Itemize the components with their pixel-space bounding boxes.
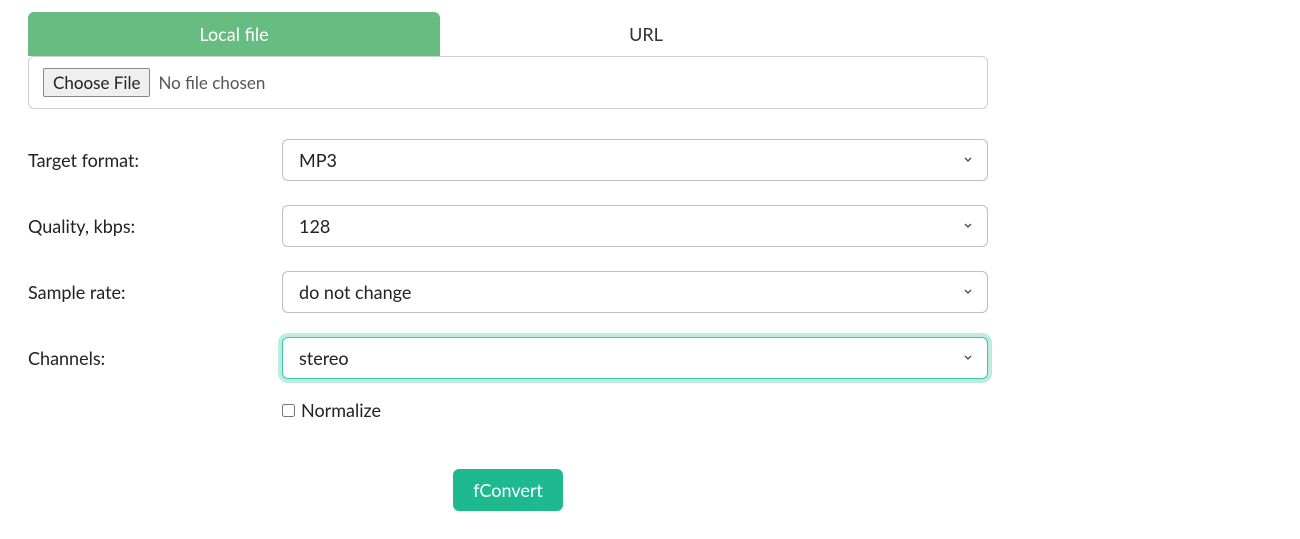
label-normalize[interactable]: Normalize [301,399,381,421]
source-tabs: Local file URL [28,12,988,56]
label-quality: Quality, kbps: [28,215,282,237]
select-quality[interactable]: 128 [282,205,988,247]
label-channels: Channels: [28,347,282,369]
tab-url-label: URL [629,23,663,45]
select-quality-wrap: 128 [282,205,988,247]
row-sample-rate: Sample rate: do not change [28,271,988,313]
tab-local-file-label: Local file [199,23,268,45]
select-target-format[interactable]: MP3 [282,139,988,181]
form-container: Local file URL Choose File No file chose… [28,12,988,511]
tab-local-file[interactable]: Local file [28,12,440,56]
choose-file-button[interactable]: Choose File [43,68,150,97]
select-sample-rate-wrap: do not change [282,271,988,313]
row-quality: Quality, kbps: 128 [28,205,988,247]
select-channels-value: stereo [299,347,349,369]
choose-file-button-label: Choose File [53,72,140,93]
select-target-format-value: MP3 [299,149,337,171]
convert-button[interactable]: fConvert [453,469,563,511]
tab-url[interactable]: URL [440,12,852,56]
file-status-text: No file chosen [158,72,265,93]
row-channels: Channels: stereo [28,337,988,379]
row-target-format: Target format: MP3 [28,139,988,181]
label-sample-rate: Sample rate: [28,281,282,303]
convert-button-label: fConvert [473,479,543,501]
label-target-format: Target format: [28,149,282,171]
submit-wrap: fConvert [28,469,988,511]
select-quality-value: 128 [299,215,330,237]
select-sample-rate[interactable]: do not change [282,271,988,313]
select-target-format-wrap: MP3 [282,139,988,181]
row-normalize: Normalize [282,399,988,421]
select-sample-rate-value: do not change [299,281,411,303]
select-channels[interactable]: stereo [282,337,988,379]
checkbox-normalize[interactable] [282,404,295,417]
select-channels-wrap: stereo [282,337,988,379]
file-input-box: Choose File No file chosen [28,56,988,109]
